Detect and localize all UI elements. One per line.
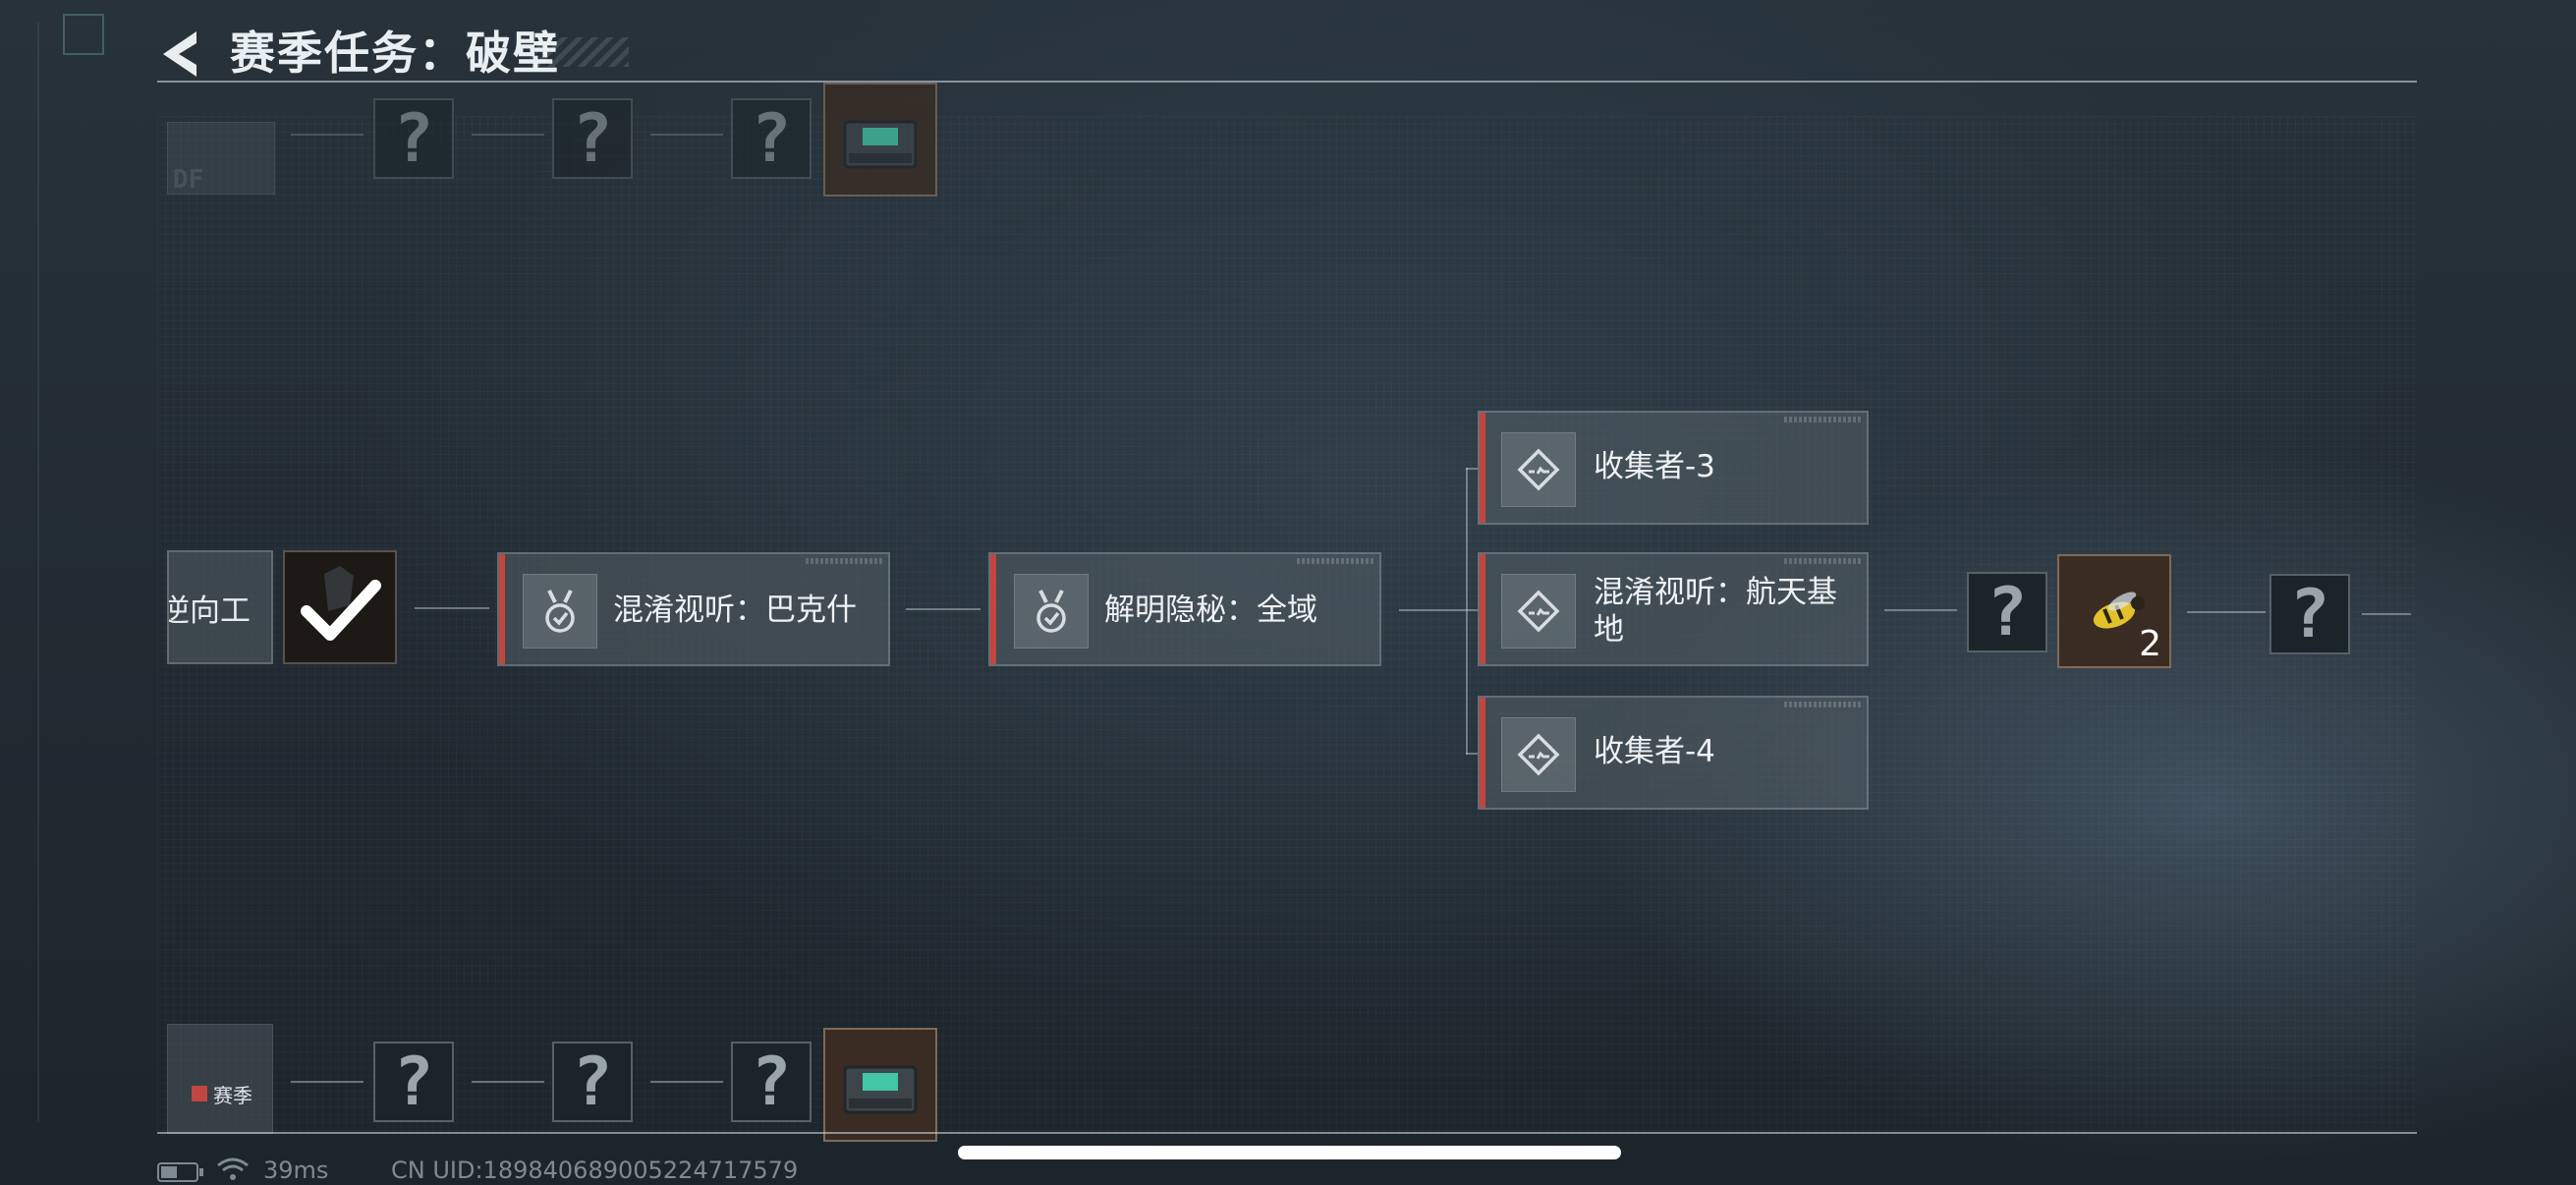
connector [650,134,723,136]
title-decoration [531,37,629,67]
diamond-route-icon [1501,574,1576,649]
user-uid: CN UID:1898406890052247175​79 [391,1157,799,1184]
medal-icon [1014,574,1089,649]
connector [2187,611,2266,613]
mystery-reward-box[interactable]: ? [731,98,812,179]
wasp-reward[interactable]: 2 [2057,554,2171,668]
connector [415,607,489,609]
connector [1466,753,1478,755]
back-chevron-icon[interactable] [157,29,202,79]
mystery-reward-box[interactable]: ? [1967,572,2047,652]
connector [472,1081,544,1083]
wifi-icon [217,1157,249,1180]
connector [1466,609,1478,611]
task-label: 混淆视听：巴克什 [613,592,857,628]
crate-icon [843,1065,918,1114]
connector [1399,609,1466,611]
checkmark-icon [301,566,381,641]
page-title: 赛季任务：破壁 [230,27,560,80]
task-card-reveal-secret-all[interactable]: 解明隐秘：全域 [988,552,1381,666]
card-tag [1784,417,1861,423]
connector [291,134,364,136]
card-tag [1784,558,1861,564]
connector [1884,609,1957,611]
branch-connector [1466,468,1468,755]
mystery-reward-box[interactable]: ? [731,1042,812,1122]
ping-readout: 39ms [263,1157,329,1184]
task-label: 收集者-3 [1594,449,1715,484]
season-legend-swatch [192,1086,207,1101]
connector [291,1081,364,1083]
task-card-obfuscate-bakhsh[interactable]: 混淆视听：巴克什 [497,552,890,666]
crate-reward[interactable] [823,1028,937,1142]
reward-count: 2 [2139,624,2161,664]
task-label: 解明隐秘：全域 [1104,592,1317,628]
previous-task-card[interactable]: 逆向工 [167,550,273,664]
mystery-reward-box[interactable]: ? [552,98,633,179]
card-tag [806,558,882,564]
completed-reward[interactable] [283,550,397,664]
task-card-collector-3[interactable]: 收集者-3 [1478,411,1869,525]
connector [472,134,544,136]
top-row-card [167,122,275,195]
card-tag [1297,558,1373,564]
mystery-reward-box[interactable]: ? [552,1042,633,1122]
task-card-collector-4[interactable]: 收集者-4 [1478,696,1869,810]
connector [1466,468,1478,470]
connector [2362,613,2411,615]
medal-icon [523,574,597,649]
mystery-reward-box[interactable]: ? [373,1042,454,1122]
diamond-route-icon [1501,432,1576,507]
home-indicator[interactable] [958,1146,1621,1159]
crate-icon [843,120,918,169]
mystery-reward-box[interactable]: ? [2269,574,2350,654]
diamond-route-icon [1501,717,1576,792]
crate-reward[interactable] [823,83,937,197]
corner-marker [37,22,39,1122]
header-divider [157,81,2417,83]
footer-divider [157,1132,2417,1134]
mystery-reward-box[interactable]: ? [373,98,454,179]
connector [650,1081,723,1083]
card-tag [1784,702,1861,707]
battery-icon [157,1162,203,1182]
task-label: 收集者-4 [1594,734,1715,769]
task-label: 混淆视听：航天基地 [1594,575,1837,648]
task-card-obfuscate-spaceport[interactable]: 混淆视听：航天基地 [1478,552,1869,666]
season-legend-card: 赛季 [167,1024,273,1134]
previous-task-label: 逆向工 [167,593,251,629]
corner-marker [63,14,104,55]
season-legend-label: 赛季 [213,1084,252,1107]
connector [906,608,980,610]
